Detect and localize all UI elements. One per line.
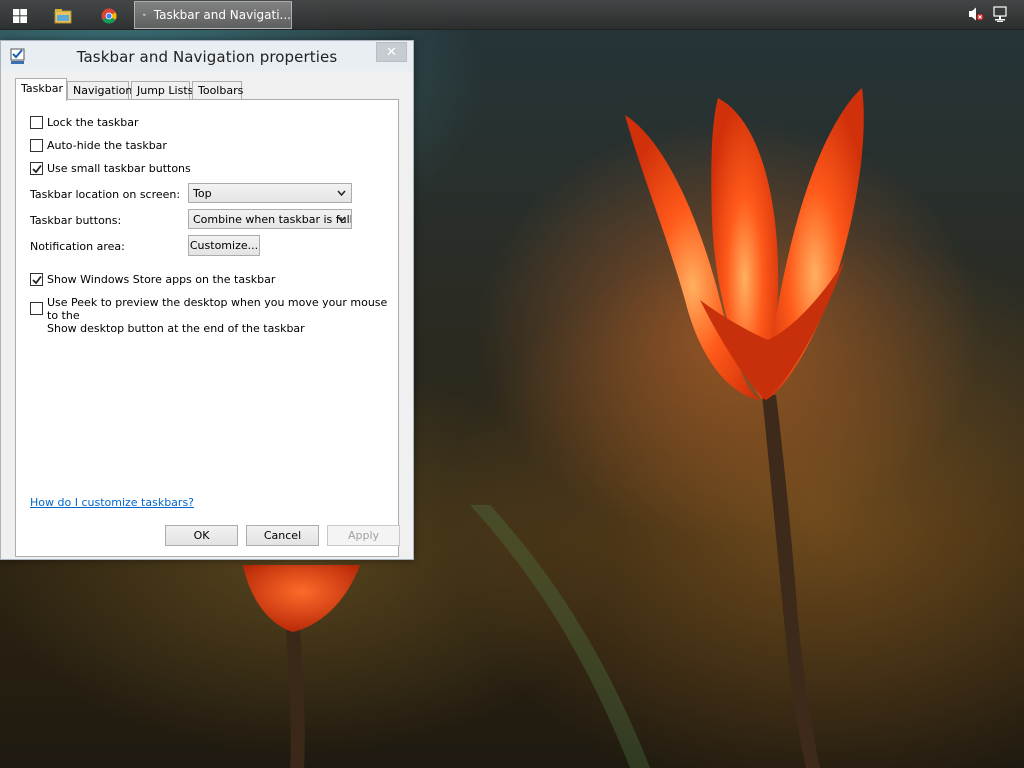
store-apps-label: Show Windows Store apps on the taskbar [47, 273, 276, 286]
lock-taskbar-checkbox[interactable] [30, 116, 43, 129]
tab-toolbars[interactable]: Toolbars [192, 81, 243, 100]
network-icon[interactable] [992, 6, 1008, 23]
volume-muted-icon[interactable] [968, 6, 984, 22]
tab-panel-taskbar: Lock the taskbar Auto-hide the taskbar U… [15, 99, 399, 557]
file-explorer-icon [54, 8, 72, 23]
small-buttons-label: Use small taskbar buttons [47, 162, 191, 175]
location-value: Top [193, 187, 212, 200]
apply-button[interactable]: Apply [327, 525, 400, 546]
peek-label-line2: Show desktop button at the end of the ta… [47, 322, 305, 335]
dialog-titlebar[interactable]: Taskbar and Navigation properties ✕ [1, 41, 413, 71]
ok-button[interactable]: OK [165, 525, 238, 546]
chevron-down-icon [337, 190, 346, 197]
location-select[interactable]: Top [188, 183, 352, 203]
small-buttons-checkbox[interactable] [30, 162, 43, 175]
small-buttons-option[interactable]: Use small taskbar buttons [30, 162, 191, 175]
checkmark-icon [31, 275, 42, 284]
task-button-label: Taskbar and Navigati... [153, 8, 291, 22]
chrome-icon [101, 8, 117, 24]
windows-logo-icon [13, 8, 27, 23]
notification-area-label: Notification area: [30, 240, 125, 253]
location-label: Taskbar location on screen: [30, 188, 181, 201]
file-explorer-button[interactable] [48, 2, 78, 29]
tab-jump-lists[interactable]: Jump Lists [131, 81, 193, 100]
cancel-button[interactable]: Cancel [246, 525, 319, 546]
peek-label-line1: Use Peek to preview the desktop when you… [47, 296, 388, 322]
peek-option[interactable]: Use Peek to preview the desktop when you… [30, 296, 398, 335]
chrome-button[interactable] [94, 2, 124, 29]
lock-taskbar-label: Lock the taskbar [47, 116, 139, 129]
taskbar-properties-icon [143, 13, 146, 17]
peek-checkbox[interactable] [30, 302, 43, 315]
close-button[interactable]: ✕ [376, 42, 407, 62]
chevron-down-icon [337, 216, 346, 223]
auto-hide-option[interactable]: Auto-hide the taskbar [30, 139, 167, 152]
taskbar-task-button[interactable]: Taskbar and Navigati... [134, 1, 292, 29]
close-icon: ✕ [386, 44, 397, 60]
taskbar-buttons-value: Combine when taskbar is full [193, 213, 352, 226]
taskbar-buttons-label: Taskbar buttons: [30, 214, 122, 227]
help-link[interactable]: How do I customize taskbars? [30, 496, 194, 509]
store-apps-checkbox[interactable] [30, 273, 43, 286]
store-apps-option[interactable]: Show Windows Store apps on the taskbar [30, 273, 275, 286]
taskbar-properties-dialog: Taskbar and Navigation properties ✕ Task… [0, 40, 414, 560]
lock-taskbar-option[interactable]: Lock the taskbar [30, 116, 139, 129]
tab-taskbar[interactable]: Taskbar [15, 78, 67, 101]
tab-navigation[interactable]: Navigation [67, 81, 132, 100]
start-button[interactable] [6, 2, 34, 29]
auto-hide-checkbox[interactable] [30, 139, 43, 152]
taskbar: Taskbar and Navigati... [0, 0, 1024, 30]
taskbar-buttons-select[interactable]: Combine when taskbar is full [188, 209, 352, 229]
auto-hide-label: Auto-hide the taskbar [47, 139, 167, 152]
customize-button[interactable]: Customize... [188, 235, 260, 256]
peek-label: Use Peek to preview the desktop when you… [47, 296, 398, 335]
checkmark-icon [31, 164, 42, 173]
dialog-title: Taskbar and Navigation properties [76, 48, 338, 66]
